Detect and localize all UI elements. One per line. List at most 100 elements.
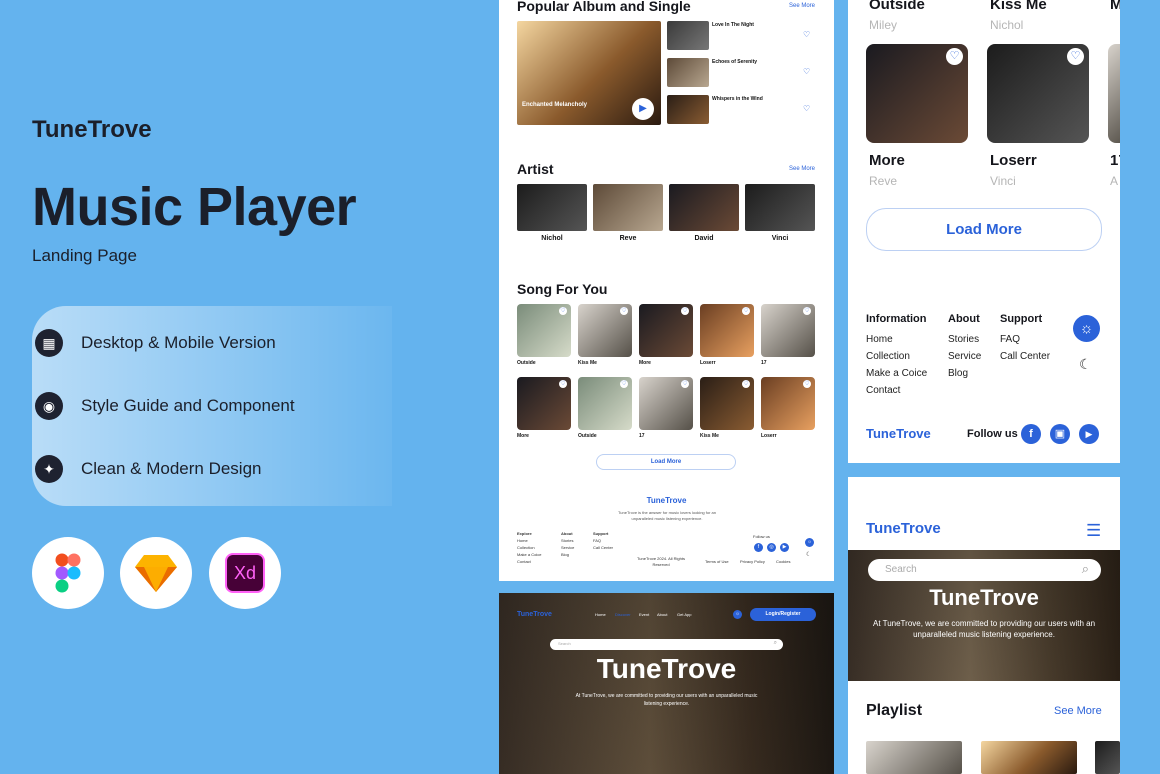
sketch-tool <box>120 537 192 609</box>
heart-icon[interactable]: ♡ <box>742 380 750 388</box>
heart-icon[interactable]: ♡ <box>681 380 689 388</box>
instagram-icon[interactable]: ▣ <box>1050 424 1070 444</box>
footer-link[interactable]: Contact <box>866 385 927 396</box>
playlist-image[interactable] <box>1095 741 1120 774</box>
about-col: About Stories Service Blog <box>948 313 981 379</box>
xd-icon: Xd <box>225 553 265 593</box>
moon-icon[interactable]: ☾ <box>1079 356 1092 373</box>
footer-cookies-link[interactable]: Cookies <box>776 559 790 564</box>
playlist-see-more-link[interactable]: See More <box>1054 705 1102 717</box>
search-placeholder: Search <box>558 641 571 646</box>
mobile-search-input[interactable]: Search ⌕ <box>868 559 1101 581</box>
nav-event[interactable]: Event <box>639 612 649 617</box>
track-name[interactable]: Echoes of Serenity <box>712 59 757 65</box>
footer-link[interactable]: Collection <box>517 544 541 551</box>
footer-brand: TuneTrove <box>646 496 687 505</box>
song-name: Kiss Me <box>990 0 1047 13</box>
footer-link[interactable]: Contact <box>517 558 541 565</box>
heart-icon[interactable]: ♡ <box>803 380 811 388</box>
load-more-button[interactable]: Load More <box>596 454 736 470</box>
hamburger-menu-icon[interactable]: ☰ <box>1086 521 1101 541</box>
heart-icon[interactable]: ♡ <box>803 30 810 39</box>
popular-section-title: Popular Album and Single <box>517 0 691 14</box>
footer-link[interactable]: Home <box>866 334 927 345</box>
footer-col-title: Support <box>593 531 609 536</box>
youtube-icon[interactable]: ▶ <box>1079 424 1099 444</box>
footer-link[interactable]: FAQ <box>593 537 613 544</box>
hero-search-input[interactable]: Search ⌕ <box>550 639 783 650</box>
sun-icon[interactable]: ☼ <box>1073 315 1100 342</box>
heart-icon[interactable]: ♡ <box>803 104 810 113</box>
feature-label: Clean & Modern Design <box>81 459 262 478</box>
sun-icon[interactable]: ☼ <box>805 538 814 547</box>
mobile-hero-title: TuneTrove <box>929 585 1039 610</box>
footer-link[interactable]: Stories <box>948 334 981 345</box>
footer-link[interactable]: Call Center <box>1000 351 1050 362</box>
footer-link[interactable]: Blog <box>561 551 574 558</box>
heart-icon[interactable]: ♡ <box>946 48 963 65</box>
heart-icon[interactable]: ♡ <box>559 307 567 315</box>
heart-icon[interactable]: ♡ <box>803 307 811 315</box>
login-register-button[interactable]: Login/Register <box>750 608 816 621</box>
heart-icon[interactable]: ♡ <box>559 380 567 388</box>
track-name[interactable]: Whispers in the Wind <box>712 96 763 102</box>
footer-link[interactable]: Make a Coice <box>866 368 927 379</box>
footer-link[interactable]: Collection <box>866 351 927 362</box>
play-button[interactable]: ▶ <box>632 98 654 120</box>
instagram-icon[interactable]: ◎ <box>767 543 776 552</box>
search-icon[interactable]: ⌕ <box>774 640 777 647</box>
footer-link[interactable]: Stories <box>561 537 574 544</box>
track-name[interactable]: Love In The Night <box>712 22 754 28</box>
footer-link[interactable]: Call Center <box>593 544 613 551</box>
artist-image[interactable] <box>745 184 815 231</box>
palette-icon: ◉ <box>35 392 63 420</box>
nav-home[interactable]: Home <box>595 612 606 617</box>
artist-name: Reve <box>619 235 637 242</box>
facebook-icon[interactable]: f <box>754 543 763 552</box>
youtube-icon[interactable]: ▶ <box>780 543 789 552</box>
footer-col-title: Explore <box>517 531 532 536</box>
footer-link[interactable]: Make a Coice <box>517 551 541 558</box>
footer-privacy-link[interactable]: Privacy Policy <box>740 559 765 564</box>
footer-col-title: About <box>561 531 573 536</box>
playlist-image[interactable] <box>981 741 1077 774</box>
nav-about[interactable]: About <box>657 612 667 617</box>
mobile-brand[interactable]: TuneTrove <box>866 520 941 537</box>
load-more-button[interactable]: Load More <box>866 208 1102 251</box>
facebook-icon[interactable]: f <box>1021 424 1041 444</box>
footer-link[interactable]: Blog <box>948 368 981 379</box>
footer-link[interactable]: FAQ <box>1000 334 1050 345</box>
mobile-songs-panel: Outside Miley Kiss Me Nichol M ♡ ♡ More … <box>848 0 1120 463</box>
heart-icon[interactable]: ♡ <box>620 307 628 315</box>
artist-image[interactable] <box>593 184 663 231</box>
track-thumbnail <box>667 21 709 50</box>
song-name-partial: 17 <box>1110 152 1120 169</box>
artist-see-more-link[interactable]: See More <box>789 166 815 172</box>
footer-link[interactable]: Home <box>517 537 541 544</box>
feature-style-guide: ◉ Style Guide and Component <box>35 392 295 420</box>
heart-icon[interactable]: ♡ <box>620 380 628 388</box>
footer-copyright: TuneTrove 2024. All Rights Reserved <box>637 556 685 567</box>
popular-see-more-link[interactable]: See More <box>789 3 815 9</box>
artist-image[interactable] <box>669 184 739 231</box>
song-card-image[interactable] <box>1108 44 1120 143</box>
heart-icon[interactable]: ♡ <box>1067 48 1084 65</box>
nav-get-app[interactable]: Get App <box>677 612 691 617</box>
artist-image[interactable] <box>517 184 587 231</box>
theme-toggle-icon[interactable]: ☼ <box>733 610 742 619</box>
footer-col-title: Support <box>1000 313 1043 325</box>
figma-icon <box>55 553 81 593</box>
nav-discover[interactable]: Discover <box>615 612 631 617</box>
heart-icon[interactable]: ♡ <box>742 307 750 315</box>
heart-icon[interactable]: ♡ <box>681 307 689 315</box>
footer-link[interactable]: Service <box>948 351 981 362</box>
footer-terms-link[interactable]: Terms of Use <box>705 559 729 564</box>
moon-icon[interactable]: ☾ <box>806 551 811 558</box>
footer-col-title: About <box>948 313 980 325</box>
footer-link[interactable]: Service <box>561 544 574 551</box>
heart-icon[interactable]: ♡ <box>803 67 810 76</box>
playlist-image[interactable] <box>866 741 962 774</box>
song-name: Outside <box>869 0 925 13</box>
search-icon[interactable]: ⌕ <box>1082 561 1089 577</box>
hero-brand[interactable]: TuneTrove <box>517 611 552 618</box>
